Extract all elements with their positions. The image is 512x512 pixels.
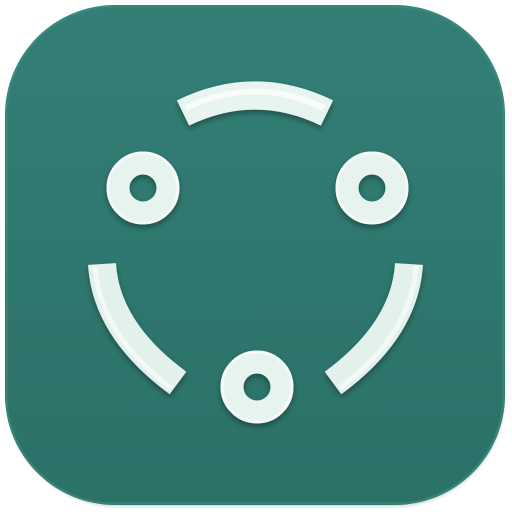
app-icon-graphic xyxy=(5,5,505,507)
app-icon-stage xyxy=(0,0,512,512)
app-icon[interactable] xyxy=(0,0,512,512)
icon-tile xyxy=(5,5,505,505)
